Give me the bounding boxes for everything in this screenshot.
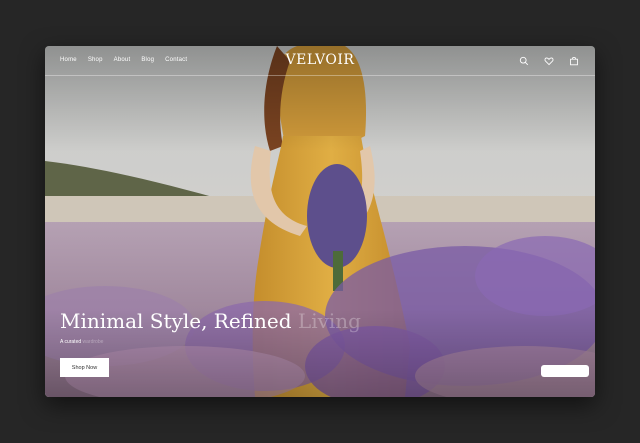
- brand-logo[interactable]: VELVOIR: [45, 52, 595, 68]
- hero-title-faded: Living: [297, 309, 361, 333]
- hero-frame: Home Shop About Blog Contact VELVOIR Min…: [45, 46, 595, 397]
- heart-icon[interactable]: [544, 56, 554, 66]
- hero-subtitle-faded: wardrobe: [82, 339, 104, 345]
- nav-icons: [519, 56, 579, 66]
- top-navbar: Home Shop About Blog Contact VELVOIR: [45, 46, 595, 76]
- hero-title-second: Refined: [213, 309, 292, 333]
- hero-subtitle-main: A curated: [60, 339, 82, 345]
- search-icon[interactable]: [519, 56, 529, 66]
- hero-image: [45, 46, 595, 397]
- bag-icon[interactable]: [569, 56, 579, 66]
- hero-title-main: Minimal Style,: [60, 309, 208, 333]
- hero-title: Minimal Style, Refined Living: [60, 309, 361, 333]
- shop-now-button[interactable]: Shop Now: [60, 358, 109, 377]
- hero-subtitle: A curated wardrobe: [60, 339, 103, 345]
- chat-widget-button[interactable]: [541, 365, 589, 377]
